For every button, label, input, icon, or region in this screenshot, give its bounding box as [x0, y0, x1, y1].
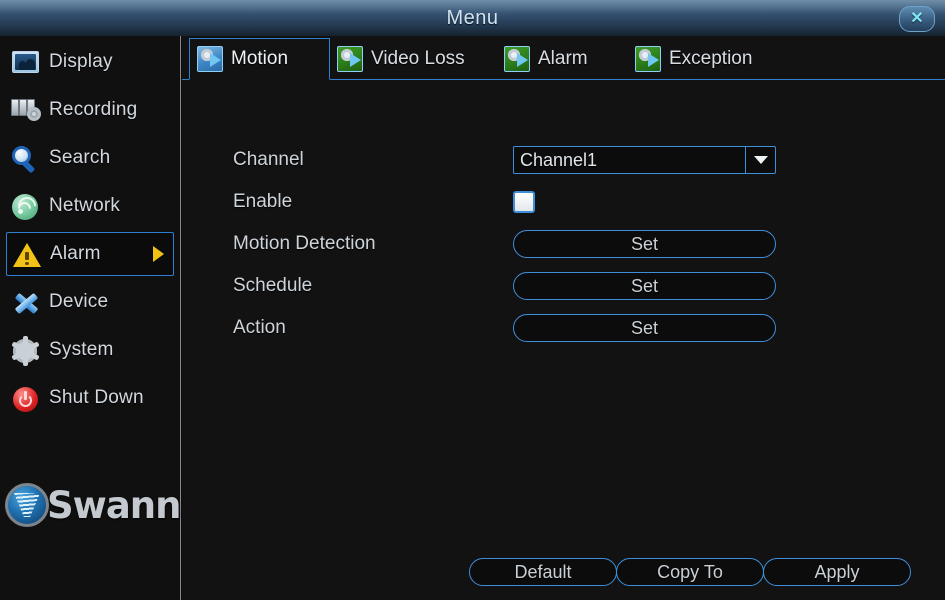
tab-label: Video Loss: [371, 48, 465, 70]
sidebar-item-recording[interactable]: Recording: [6, 88, 174, 132]
tab-alarm[interactable]: Alarm: [497, 38, 598, 80]
motion-detection-set-button[interactable]: Set: [513, 230, 776, 258]
chevron-down-icon[interactable]: [745, 147, 775, 173]
sidebar-item-label: Alarm: [50, 243, 101, 265]
sidebar-item-label: Recording: [49, 99, 137, 121]
schedule-label: Schedule: [233, 275, 312, 297]
chevron-right-icon: [153, 246, 164, 262]
tab-bar: Motion Video Loss Alarm Exception: [182, 36, 945, 80]
sidebar-item-label: Device: [49, 291, 108, 313]
sidebar-item-network[interactable]: Network: [6, 184, 174, 228]
network-icon: [10, 190, 42, 222]
close-icon[interactable]: ✕: [899, 6, 935, 32]
form-row-action: Action Set: [182, 311, 945, 345]
motion-settings-icon: [197, 46, 223, 72]
channel-select-wrap: Channel1: [513, 146, 776, 174]
recording-icon: [10, 94, 42, 126]
gear-icon: [10, 334, 42, 366]
form-row-enable: Enable: [182, 185, 945, 219]
form-row-schedule: Schedule Set: [182, 269, 945, 303]
exception-settings-icon: [635, 46, 661, 72]
swann-logo-mark: [5, 483, 49, 527]
enable-checkbox[interactable]: [513, 191, 535, 213]
button-label: Set: [631, 234, 658, 255]
tab-exception[interactable]: Exception: [628, 38, 762, 80]
action-set-wrap: Set: [513, 314, 776, 342]
sidebar-item-system[interactable]: System: [6, 328, 174, 372]
brand-name: Swann®: [47, 484, 191, 527]
form-row-channel: Channel Channel1: [182, 143, 945, 177]
sidebar-item-label: Network: [49, 195, 120, 217]
sidebar-item-label: Shut Down: [49, 387, 144, 409]
sidebar-item-display[interactable]: Display: [6, 40, 174, 84]
tab-label: Alarm: [538, 48, 588, 70]
content-panel: Motion Video Loss Alarm Exception Channe…: [182, 36, 945, 600]
sidebar-item-device[interactable]: Device: [6, 280, 174, 324]
tab-label: Motion: [231, 48, 288, 70]
enable-checkbox-wrap: [513, 191, 535, 213]
page-title: Menu: [0, 0, 945, 36]
power-icon: [10, 382, 42, 414]
device-tools-icon: [10, 286, 42, 318]
channel-label: Channel: [233, 149, 304, 171]
button-label: Set: [631, 276, 658, 297]
sidebar-item-shut-down[interactable]: Shut Down: [6, 376, 174, 420]
dvr-menu-window: Menu ✕ Display Recording Search: [0, 0, 945, 600]
swann-logo-icon: Swann®: [5, 476, 180, 534]
brand-name-text: Swann: [47, 484, 180, 527]
motion-detection-set-wrap: Set: [513, 230, 776, 258]
sidebar-item-label: System: [49, 339, 114, 361]
tab-video-loss[interactable]: Video Loss: [330, 38, 475, 80]
sidebar-item-search[interactable]: Search: [6, 136, 174, 180]
button-label: Apply: [814, 562, 859, 583]
action-set-button[interactable]: Set: [513, 314, 776, 342]
sidebar-item-label: Display: [49, 51, 113, 73]
sidebar-item-label: Search: [49, 147, 110, 169]
schedule-set-wrap: Set: [513, 272, 776, 300]
videoloss-settings-icon: [337, 46, 363, 72]
channel-select-value: Channel1: [514, 150, 597, 171]
tab-motion[interactable]: Motion: [189, 38, 330, 80]
schedule-set-button[interactable]: Set: [513, 272, 776, 300]
tab-label: Exception: [669, 48, 752, 70]
sidebar-item-alarm[interactable]: Alarm: [6, 232, 174, 276]
footer-actions: Default Copy To Apply: [182, 558, 945, 586]
alarm-settings-icon: [504, 46, 530, 72]
display-icon: [10, 46, 42, 78]
copy-to-button[interactable]: Copy To: [616, 558, 764, 586]
button-label: Copy To: [657, 562, 723, 583]
button-label: Default: [514, 562, 571, 583]
motion-detection-label: Motion Detection: [233, 233, 376, 255]
channel-select[interactable]: Channel1: [513, 146, 776, 174]
action-label: Action: [233, 317, 286, 339]
apply-button[interactable]: Apply: [763, 558, 911, 586]
title-bar: Menu ✕: [0, 0, 945, 37]
sidebar: Display Recording Search Network: [0, 36, 181, 600]
button-label: Set: [631, 318, 658, 339]
alarm-warning-icon: [11, 238, 43, 270]
form-row-motion-detection: Motion Detection Set: [182, 227, 945, 261]
search-icon: [10, 142, 42, 174]
enable-label: Enable: [233, 191, 292, 213]
default-button[interactable]: Default: [469, 558, 617, 586]
